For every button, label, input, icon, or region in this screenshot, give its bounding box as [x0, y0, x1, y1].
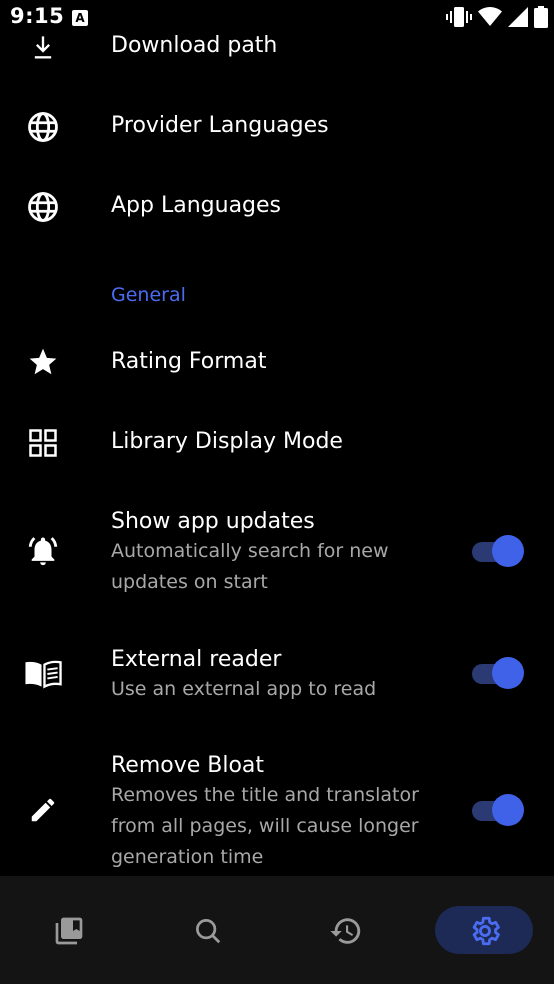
- setting-label: App Languages: [111, 193, 282, 218]
- setting-summary: Automatically search for new updates on …: [111, 540, 389, 593]
- show-app-updates-toggle[interactable]: [472, 534, 526, 568]
- bell-ringing-icon: [23, 531, 63, 571]
- globe-icon: [23, 107, 63, 147]
- history-icon: [330, 918, 361, 944]
- setting-label: Library Display Mode: [111, 429, 343, 454]
- setting-show-app-updates[interactable]: Show app updates Automatically search fo…: [0, 506, 554, 606]
- status-bar: 9:15 A: [0, 0, 554, 36]
- status-time: 9:15: [10, 4, 65, 28]
- gear-icon: [472, 916, 500, 946]
- vibrate-icon: [446, 7, 472, 27]
- pencil-icon: [23, 790, 63, 830]
- toggle-thumb: [492, 794, 524, 826]
- book-icon: [23, 654, 63, 694]
- nav-search[interactable]: [158, 906, 258, 956]
- bottom-navigation: [0, 876, 554, 984]
- setting-label: Show app updates: [111, 509, 315, 534]
- nav-history[interactable]: [296, 906, 396, 956]
- setting-label: Remove Bloat: [111, 753, 265, 778]
- setting-remove-bloat[interactable]: Remove Bloat Removes the title and trans…: [0, 750, 554, 876]
- external-reader-toggle[interactable]: [472, 656, 526, 690]
- library-icon: [55, 917, 83, 945]
- battery-icon: [534, 6, 548, 28]
- setting-label: Download path: [111, 33, 278, 58]
- nav-settings[interactable]: [435, 906, 535, 956]
- setting-label: Provider Languages: [111, 113, 329, 138]
- settings-list: Download path Provider Languages App Lan…: [0, 0, 554, 876]
- nav-library[interactable]: [19, 906, 119, 956]
- setting-provider-languages[interactable]: Provider Languages: [0, 100, 554, 156]
- grid-icon: [23, 423, 63, 463]
- toggle-thumb: [492, 657, 524, 689]
- setting-summary: Removes the title and translator from al…: [111, 784, 419, 868]
- setting-library-display-mode[interactable]: Library Display Mode: [0, 416, 554, 472]
- notification-icon: A: [72, 10, 88, 26]
- setting-rating-format[interactable]: Rating Format: [0, 336, 554, 392]
- globe-icon: [23, 187, 63, 227]
- setting-external-reader[interactable]: External reader Use an external app to r…: [0, 644, 554, 714]
- status-icons: [446, 6, 548, 28]
- setting-summary: Use an external app to read: [111, 678, 377, 700]
- remove-bloat-toggle[interactable]: [472, 793, 526, 827]
- star-icon: [23, 342, 63, 382]
- section-header-general: General: [111, 284, 186, 306]
- setting-label: External reader: [111, 647, 282, 672]
- setting-label: Rating Format: [111, 349, 267, 374]
- signal-icon: [508, 7, 528, 27]
- toggle-thumb: [492, 535, 524, 567]
- search-icon: [196, 919, 221, 944]
- setting-app-languages[interactable]: App Languages: [0, 180, 554, 236]
- wifi-icon: [478, 7, 502, 26]
